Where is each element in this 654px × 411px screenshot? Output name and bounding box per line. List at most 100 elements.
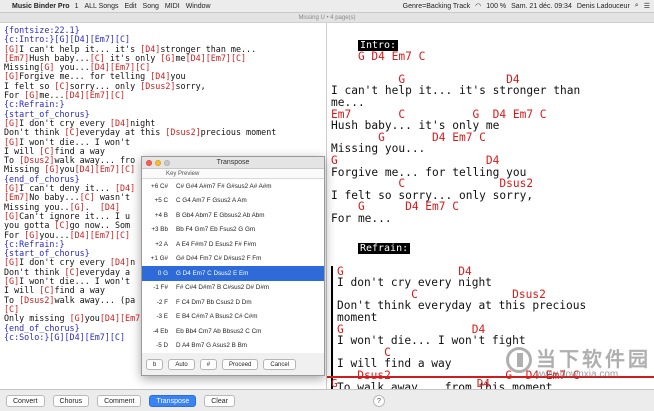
key-option-row[interactable]: -1 F# F# C#4 D#m7 B C#sus2 D# D#m bbox=[142, 281, 324, 296]
chord-tag: [Em7] bbox=[205, 52, 231, 63]
chord-tag: [C] bbox=[64, 127, 80, 138]
next-chords-line: G D4 bbox=[331, 377, 490, 389]
menu-bar: Music Binder Pro 1 ALL Songs Edit Song M… bbox=[0, 0, 654, 13]
chord-line: C Dsus2 bbox=[331, 177, 534, 191]
key-option-row[interactable]: +1 G# G# D#4 Fm7 C# D#sus2 F Fm bbox=[142, 252, 324, 267]
key-option-row[interactable]: +6 C# C# G#4 A#m7 F# G#sus2 A# A#m bbox=[142, 179, 324, 194]
transpose-dialog: Transpose Key Preview +6 C# C# G#4 A#m7 F… bbox=[141, 156, 325, 376]
key-offset: -2 F bbox=[156, 298, 168, 306]
key-offset: +2 A bbox=[155, 240, 168, 248]
transposed-chords: G# D#4 Fm7 C# D#sus2 F Fm bbox=[176, 255, 262, 263]
key-column-header[interactable]: Key bbox=[142, 169, 176, 178]
help-button[interactable]: ? bbox=[372, 394, 385, 407]
lyric-line: For me... bbox=[331, 211, 392, 225]
key-offset: +1 G# bbox=[150, 255, 168, 263]
refrain-label: Refrain: bbox=[357, 243, 411, 255]
minimize-icon[interactable] bbox=[155, 160, 161, 166]
key-option-row[interactable]: -3 E E B4 C#m7 A Bsus2 C# C#m bbox=[142, 310, 324, 325]
transposed-chords: G D4 Em7 C Dsus2 E Em bbox=[176, 269, 249, 277]
menu-item-all-songs[interactable]: ALL Songs bbox=[84, 3, 118, 10]
transposed-chords: E B4 C#m7 A Bsus2 C# C#m bbox=[176, 313, 258, 321]
refrain-heading: Refrain: bbox=[331, 231, 651, 266]
chord-tag: [C] bbox=[120, 164, 136, 175]
transposed-chords: Eb Bb4 Cm7 Ab Bbsus2 C Cm bbox=[176, 327, 262, 335]
wifi-icon[interactable]: ◠ bbox=[475, 2, 481, 10]
song-preview: Intro: G D4 Em7 C G D4 I can't help it...… bbox=[326, 23, 654, 389]
key-option-row[interactable]: -5 D D A4 Bm7 G Asus2 B Bm bbox=[142, 339, 324, 354]
lyric-line: Hush baby... it's only me bbox=[331, 119, 500, 133]
menu-items: 1 ALL Songs Edit Song MIDI Window bbox=[75, 3, 217, 10]
list-icon[interactable]: ☰ bbox=[644, 2, 650, 10]
transposed-chords: F# C#4 D#m7 B C#sus2 D# D#m bbox=[176, 284, 270, 292]
key-option-row[interactable]: 0 G G D4 Em7 C Dsus2 E Em bbox=[142, 266, 324, 281]
key-offset: -1 F# bbox=[153, 284, 168, 292]
chord-tag: [G] bbox=[69, 313, 85, 324]
menu-item-midi[interactable]: MIDI bbox=[165, 3, 180, 10]
key-offset: +6 C# bbox=[151, 182, 168, 190]
menu-item-1[interactable]: 1 bbox=[75, 3, 79, 10]
preview-column-header[interactable]: Preview bbox=[174, 169, 199, 178]
chord-tag: [Em7] bbox=[94, 164, 121, 175]
key-option-row[interactable]: -4 Eb Eb Bb4 Cm7 Ab Bbsus2 C Cm bbox=[142, 324, 324, 339]
convert-button[interactable]: Convert bbox=[6, 394, 45, 407]
clear-button[interactable]: Clear bbox=[204, 394, 235, 407]
auto-button[interactable]: Auto bbox=[168, 358, 195, 370]
user-name[interactable]: Denis Ladouceur bbox=[577, 3, 630, 10]
chord-tag: [C] bbox=[114, 229, 131, 240]
transposed-chords: Bb F4 Gm7 Eb Fsus2 G Gm bbox=[176, 226, 256, 234]
key-offset: +3 Bb bbox=[151, 226, 168, 234]
lyric-line: me... bbox=[331, 95, 365, 109]
chorus-button[interactable]: Chorus bbox=[52, 394, 90, 407]
transposed-chords: C G4 Am7 F Gsus2 A Am bbox=[176, 197, 247, 205]
chord-tag: [Em7] bbox=[4, 192, 30, 203]
comment-button[interactable]: Comment bbox=[97, 394, 142, 407]
key-list[interactable]: +6 C# C# G#4 A#m7 F# G#sus2 A# A#m +5 C C G… bbox=[142, 179, 324, 353]
zoom-icon[interactable] bbox=[164, 160, 170, 166]
lyric-line: I can't help it... it's stronger than bbox=[331, 84, 581, 98]
search-icon[interactable]: ⌕ bbox=[635, 2, 639, 10]
chord-tag: [Dsus2] bbox=[140, 80, 176, 91]
chord-tag: [G] bbox=[4, 257, 20, 268]
battery-status[interactable]: 100 % bbox=[486, 3, 506, 10]
chord-tag: [Em7] bbox=[84, 90, 110, 101]
key-option-row[interactable]: +4 B B Gb4 Abm7 E Gbsus2 Ab Abm bbox=[142, 208, 324, 223]
chord-tag: [D4] bbox=[99, 313, 121, 324]
intro-chords: G D4 Em7 C bbox=[357, 49, 426, 63]
clock[interactable]: Sam. 21 déc. 09:34 bbox=[511, 3, 572, 10]
chord-tag: [G] bbox=[44, 164, 60, 175]
dialog-titlebar: Transpose bbox=[142, 157, 324, 169]
key-option-row[interactable]: +2 A A E4 F#m7 D Esus2 F# F#m bbox=[142, 237, 324, 252]
menu-item-window[interactable]: Window bbox=[186, 3, 211, 10]
key-offset: -3 E bbox=[156, 313, 168, 321]
key-option-row[interactable]: +3 Bb Bb F4 Gm7 Eb Fsus2 G Gm bbox=[142, 223, 324, 238]
close-icon[interactable] bbox=[146, 160, 152, 166]
window-title: Missing U • 4 page(s) bbox=[0, 13, 654, 23]
menu-item-edit[interactable]: Edit bbox=[124, 3, 136, 10]
menu-item-song[interactable]: Song bbox=[143, 3, 159, 10]
transposed-chords: D A4 Bm7 G Asus2 B Bm bbox=[176, 342, 248, 350]
chord-tag: [D4] bbox=[64, 90, 85, 101]
status-area: Genre=Backing Track ◠ 100 % Sam. 21 déc.… bbox=[398, 2, 654, 10]
dialog-buttons: b Auto # Proceed Cancel bbox=[142, 353, 324, 375]
intro-line: Intro: G D4 Em7 C bbox=[331, 27, 651, 74]
key-option-row[interactable]: -2 F F C4 Dm7 Bb Csus2 D Dm bbox=[142, 295, 324, 310]
verse-block: G D4 I can't help it... it's stronger tha… bbox=[331, 74, 651, 225]
chord-tag: [G] bbox=[4, 71, 20, 82]
key-offset: -5 D bbox=[156, 342, 168, 350]
sharp-button[interactable]: # bbox=[199, 358, 218, 370]
proceed-button[interactable]: Proceed bbox=[222, 358, 259, 370]
transposed-chords: A E4 F#m7 D Esus2 F# F#m bbox=[176, 240, 257, 248]
cancel-button[interactable]: Cancel bbox=[263, 358, 297, 370]
key-offset: 0 G bbox=[157, 269, 168, 277]
key-option-row[interactable]: +5 C C G4 Am7 F Gsus2 A Am bbox=[142, 194, 324, 209]
chord-tag: [D4] bbox=[74, 164, 95, 175]
chord-tag: [C] bbox=[109, 90, 126, 101]
transpose-button[interactable]: Transpose bbox=[149, 394, 197, 407]
genre-status[interactable]: Genre=Backing Track bbox=[403, 3, 471, 10]
chord-tag: [Em7] bbox=[89, 229, 115, 240]
refrain-block: G D4 I don't cry every night C Dsus2 Don't… bbox=[331, 266, 651, 389]
key-offset: -4 Eb bbox=[152, 327, 168, 335]
flat-button[interactable]: b bbox=[146, 358, 164, 370]
key-list-header: Key Preview bbox=[142, 169, 324, 179]
app-name[interactable]: Music Binder Pro bbox=[12, 3, 70, 10]
